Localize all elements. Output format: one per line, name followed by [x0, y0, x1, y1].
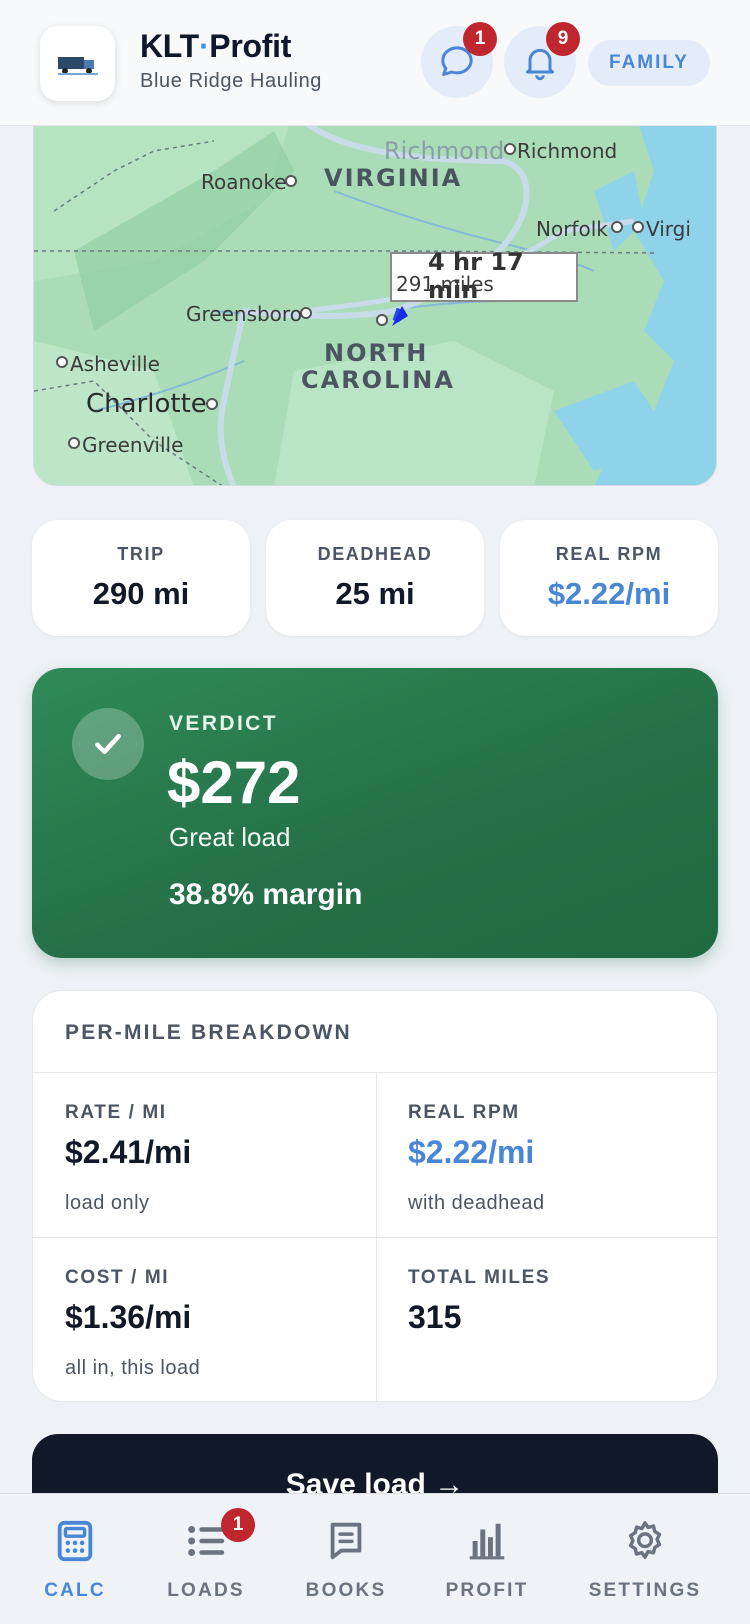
stat-card-trip: TRIP 290 mi — [32, 520, 250, 636]
messages-button[interactable]: 1 — [421, 22, 497, 98]
route-map[interactable]: Richmond Richmond Roanoke VIRGINIA Norfo… — [33, 110, 717, 486]
map-city-greensboro: Greensboro — [186, 302, 302, 326]
nav-tab-settings[interactable]: SETTINGS — [570, 1494, 720, 1624]
company-logo[interactable] — [40, 26, 115, 101]
cell-label: COST / MI — [65, 1267, 170, 1288]
verdict-amount: $272 — [167, 749, 301, 816]
map-city-asheville: Asheville — [70, 352, 160, 376]
cell-value: $2.22/mi — [408, 1134, 535, 1170]
cell-subtext: load only — [65, 1192, 150, 1214]
verdict-check-badge — [72, 708, 144, 780]
map-city-richmond: Richmond — [517, 139, 618, 163]
breakdown-title: PER-MILE BREAKDOWN — [65, 1021, 352, 1044]
cell-label: REAL RPM — [408, 1102, 520, 1123]
stat-value: 290 mi — [92, 576, 190, 611]
cell-label: RATE / MI — [65, 1102, 167, 1123]
notifications-badge: 9 — [546, 22, 580, 56]
company-name: Blue Ridge Hauling — [140, 70, 323, 92]
breakdown-cell-total-miles: TOTAL MILES 315 — [376, 1237, 717, 1401]
breakdown-cell-rate: RATE / MI $2.41/mi load only — [33, 1072, 376, 1237]
map-state-carolina: CAROLINA — [301, 366, 455, 394]
map-city-richmond-faded: Richmond — [384, 137, 505, 165]
per-mile-breakdown-card: PER-MILE BREAKDOWN RATE / MI $2.41/mi lo… — [32, 990, 718, 1402]
cell-label: TOTAL MILES — [408, 1267, 551, 1288]
map-state-north: NORTH — [324, 339, 429, 367]
nav-label: BOOKS — [305, 1580, 387, 1601]
family-plan-badge[interactable]: FAMILY — [588, 40, 710, 86]
stat-card-deadhead: DEADHEAD 25 mi — [266, 520, 484, 636]
cell-value: $2.41/mi — [65, 1134, 192, 1170]
verdict-description: Great load — [169, 822, 291, 852]
messages-badge: 1 — [463, 22, 497, 56]
breakdown-cell-real-rpm: REAL RPM $2.22/mi with deadhead — [376, 1072, 717, 1237]
loads-badge: 1 — [221, 1508, 255, 1542]
cell-value: $1.36/mi — [65, 1299, 192, 1335]
nav-label: LOADS — [167, 1580, 245, 1601]
app-title: KLT·Profit — [140, 28, 292, 64]
stat-label: DEADHEAD — [317, 544, 433, 564]
nav-label: SETTINGS — [588, 1580, 702, 1601]
cell-value: 315 — [408, 1299, 462, 1335]
nav-tab-profit[interactable]: PROFIT — [412, 1494, 562, 1624]
cell-subtext: with deadhead — [408, 1192, 545, 1214]
nav-tab-books[interactable]: BOOKS — [271, 1494, 421, 1624]
gear-icon — [628, 1521, 662, 1560]
map-state-virginia: VIRGINIA — [324, 164, 463, 192]
nav-label: PROFIT — [445, 1580, 529, 1601]
stat-value: $2.22/mi — [547, 576, 671, 611]
map-city-roanoke: Roanoke — [201, 170, 287, 194]
map-city-greenville: Greenville — [82, 433, 184, 457]
truck-logo-icon — [57, 56, 98, 75]
app-header: KLT·Profit Blue Ridge Hauling 1 9 FAMILY — [0, 0, 750, 126]
nav-tab-calc[interactable]: CALC — [0, 1494, 150, 1624]
stat-card-real-rpm: REAL RPM $2.22/mi — [500, 520, 718, 636]
verdict-card: VERDICT $272 Great load 38.8% margin — [32, 668, 718, 958]
route-info-callout[interactable]: 4 hr 17 min 291 miles — [390, 248, 578, 304]
verdict-label: VERDICT — [169, 712, 278, 735]
checkmark-icon — [95, 733, 121, 755]
map-city-norfolk: Norfolk — [536, 217, 608, 241]
stat-label: TRIP — [117, 544, 165, 564]
breakdown-cell-cost: COST / MI $1.36/mi all in, this load — [33, 1237, 376, 1401]
stat-value: 25 mi — [335, 576, 415, 611]
notifications-button[interactable]: 9 — [504, 22, 580, 98]
bar-chart-icon — [469, 1523, 505, 1560]
calculator-icon — [57, 1520, 93, 1562]
cell-subtext: all in, this load — [65, 1357, 201, 1379]
nav-label: CALC — [44, 1580, 106, 1601]
stat-label: REAL RPM — [555, 544, 663, 564]
book-icon — [330, 1522, 362, 1560]
verdict-margin: 38.8% margin — [169, 878, 363, 911]
map-city-virginia-beach: Virgi — [646, 217, 691, 241]
nav-tab-loads[interactable]: 1 LOADS — [131, 1494, 281, 1624]
route-miles: 291 miles — [396, 272, 494, 296]
bottom-navigation: CALC 1 LOADS BOOKS PROFIT SETTINGS — [0, 1493, 750, 1624]
map-city-charlotte: Charlotte — [86, 389, 207, 419]
